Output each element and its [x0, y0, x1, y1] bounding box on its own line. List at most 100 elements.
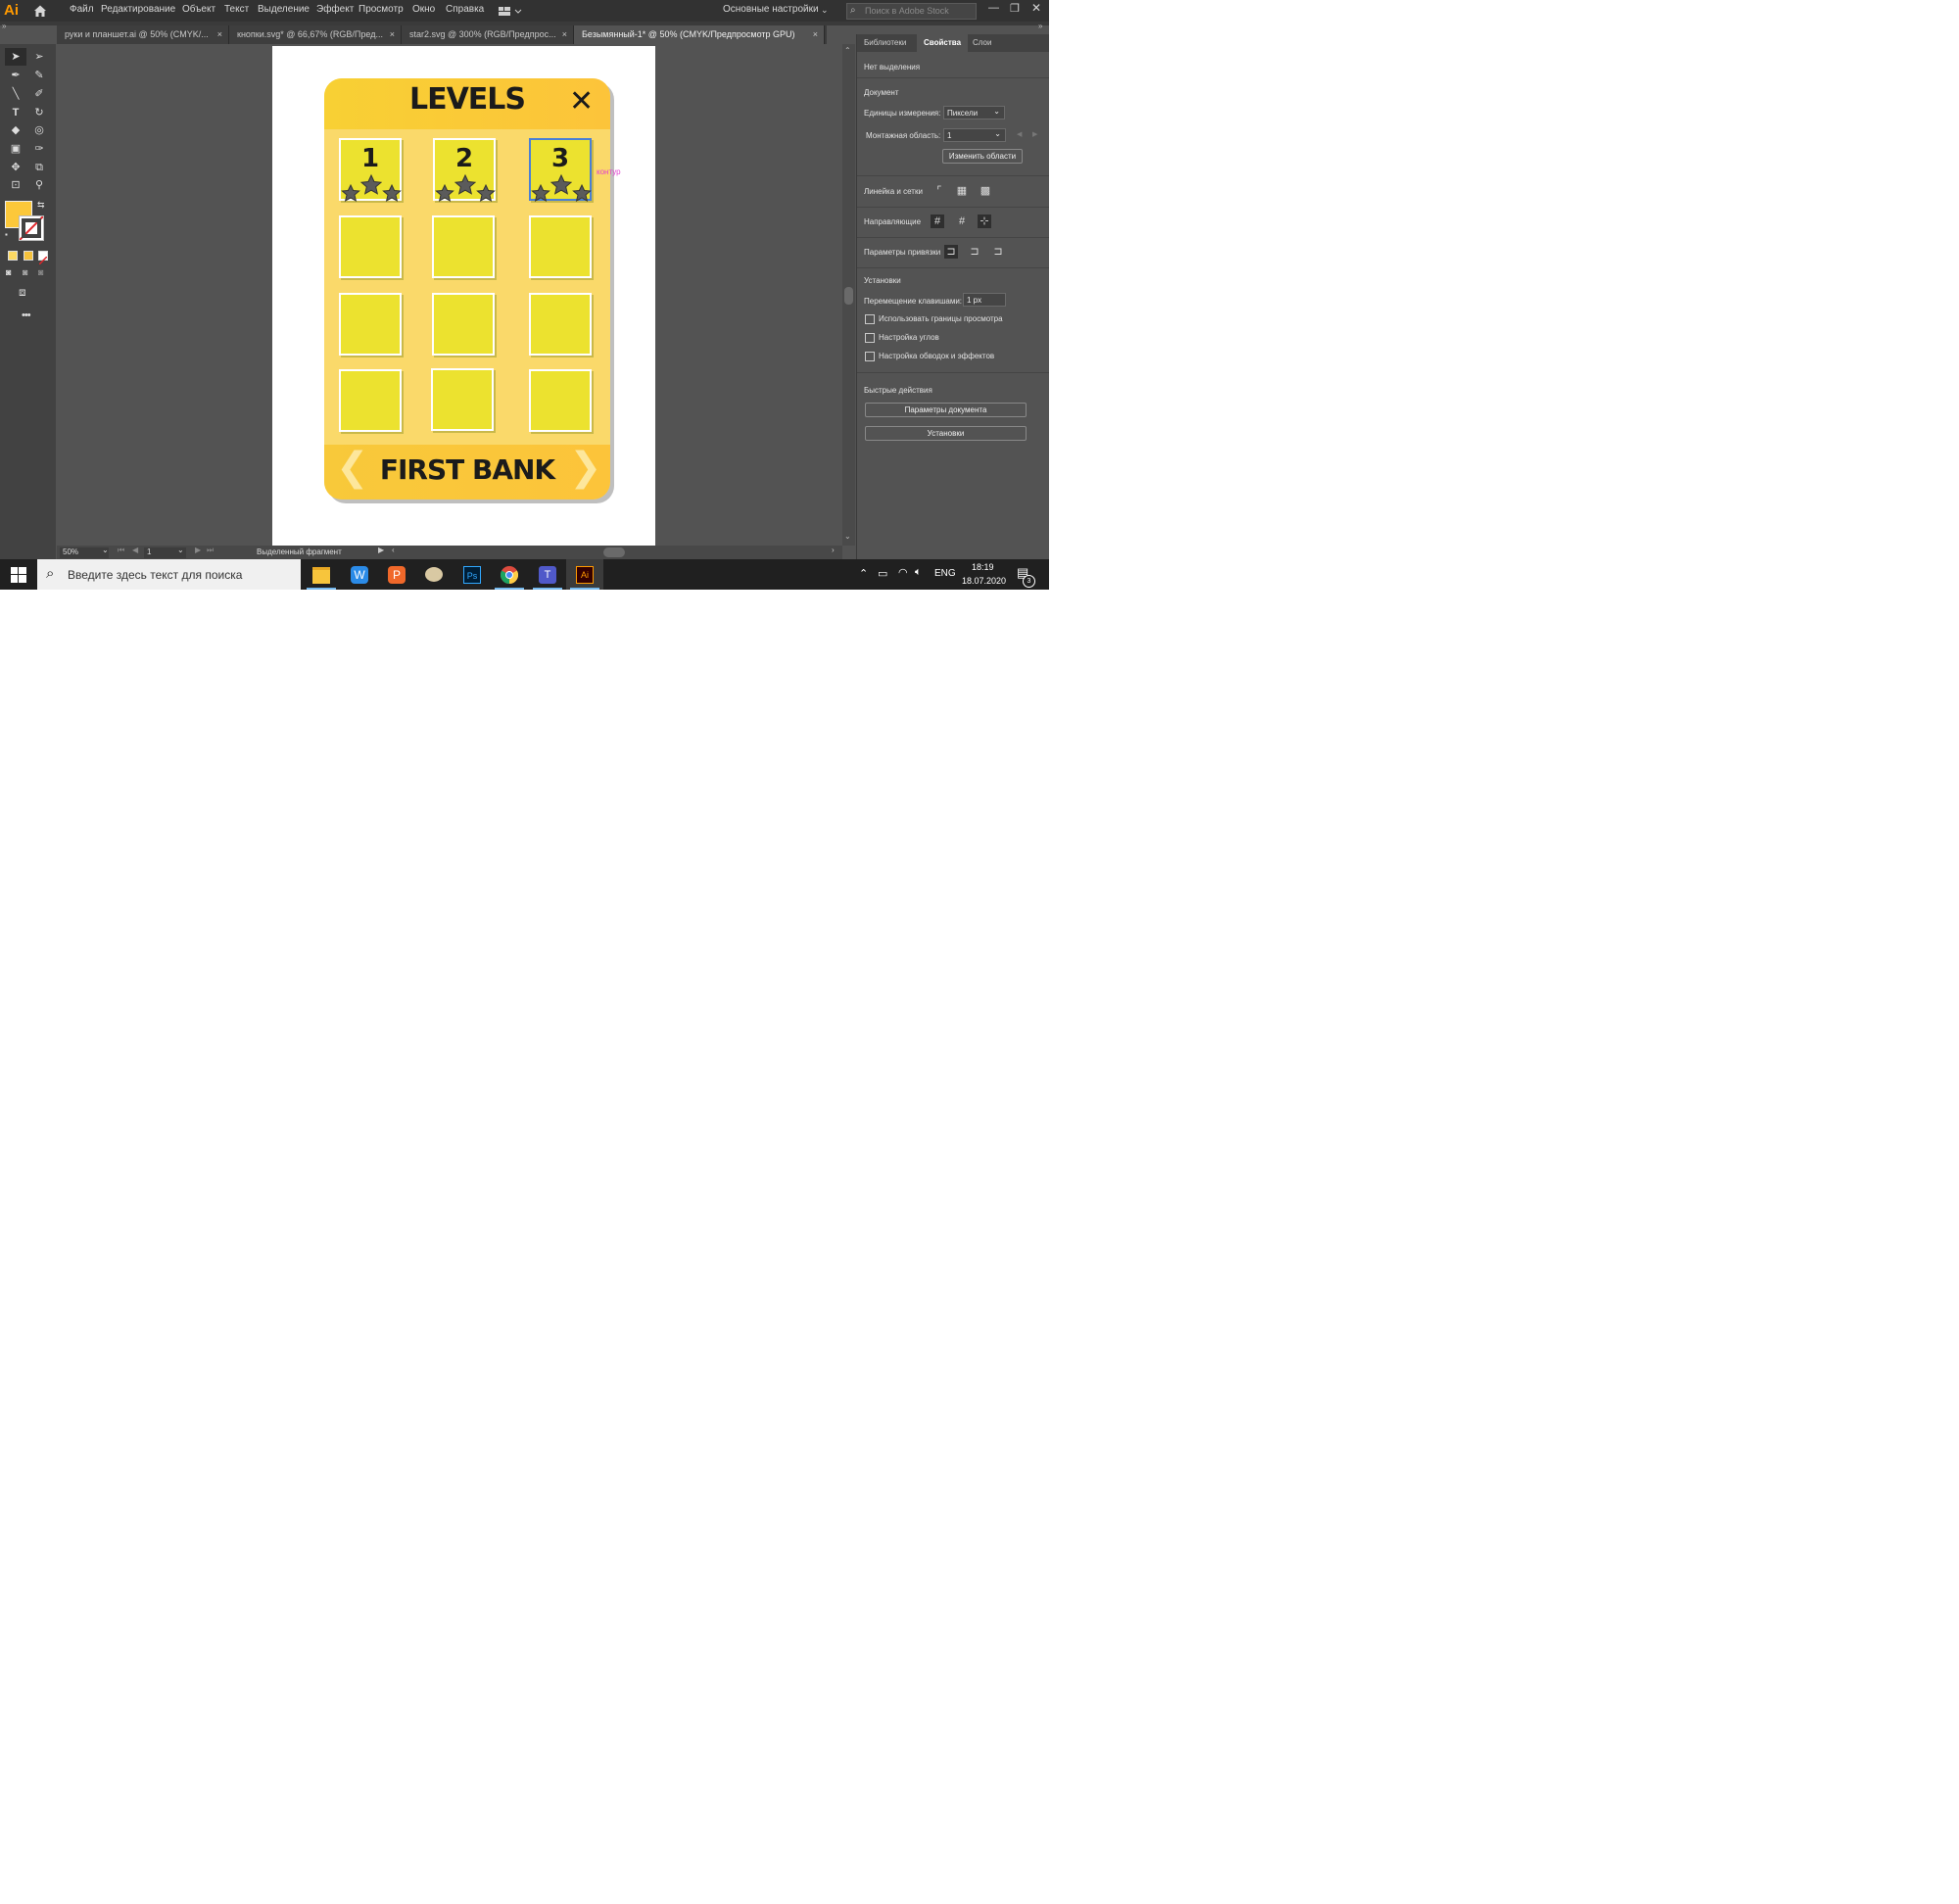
edit-artboards-button[interactable]: Изменить области	[942, 149, 1023, 164]
next-bank-arrow[interactable]: ❯	[569, 445, 602, 490]
level-tile-empty[interactable]	[529, 215, 592, 278]
swap-colors-icon[interactable]: ⇆	[37, 200, 45, 211]
puppet-warp-tool-icon[interactable]: ✥	[7, 160, 24, 175]
level-tile-empty[interactable]	[529, 293, 592, 356]
close-window-icon[interactable]: ✕	[1031, 1, 1041, 15]
illustrator-taskbar-icon[interactable]: Ai	[566, 559, 603, 590]
scroll-right-icon[interactable]: ›	[832, 546, 835, 554]
scroll-down-icon[interactable]: ⌄	[844, 532, 851, 541]
menu-object[interactable]: Объект	[182, 4, 215, 15]
levels-card[interactable]: LEVELS ✕ 1 2 3 контур ❮ FIRST BANK ❯	[324, 78, 621, 503]
lock-guides-icon[interactable]: #	[955, 214, 969, 228]
menu-effect[interactable]: Эффект	[316, 4, 354, 15]
more-tools-icon[interactable]: •••	[22, 309, 31, 321]
menu-help[interactable]: Справка	[446, 4, 484, 15]
stock-search-input[interactable]: ⌕ Поиск в Adobe Stock	[846, 3, 977, 20]
scroll-thumb[interactable]	[844, 287, 853, 305]
gradient-tool-icon[interactable]: ▣	[7, 141, 24, 157]
minimize-icon[interactable]: —	[988, 2, 999, 14]
draw-behind-icon[interactable]: ◙	[23, 267, 27, 277]
level-tile-empty[interactable]	[529, 369, 592, 432]
preview-bounds-checkbox[interactable]	[865, 314, 875, 324]
smart-guides-icon[interactable]: ⊹	[978, 214, 991, 228]
eraser-tool-icon[interactable]: ◆	[7, 122, 24, 138]
scroll-up-icon[interactable]: ⌃	[844, 46, 851, 55]
scroll-left-icon[interactable]: ‹	[392, 546, 395, 554]
snap-to-pixel-icon[interactable]: ⊐	[968, 245, 981, 259]
prev-artboard-icon[interactable]: ◀	[1017, 130, 1022, 138]
level-tile-empty[interactable]	[339, 215, 402, 278]
grid-icon[interactable]: ▦	[955, 184, 969, 198]
close-tab-icon[interactable]: ×	[390, 25, 395, 44]
stroke-color-swatch[interactable]	[19, 215, 44, 241]
gradient-mode-swatch[interactable]	[24, 251, 33, 261]
warp-tool-icon[interactable]: ◎	[30, 122, 48, 138]
none-mode-swatch[interactable]	[38, 251, 48, 265]
arrange-documents-icon[interactable]	[499, 5, 522, 17]
close-tab-icon[interactable]: ×	[813, 25, 818, 44]
units-select[interactable]: Пиксели ⌄	[943, 106, 1005, 119]
artboard-number-field[interactable]: 1 ⌄	[144, 546, 186, 558]
wps-presentation-icon[interactable]: P	[378, 559, 415, 590]
level-tile-empty[interactable]	[431, 368, 494, 431]
eyedropper-tool-icon[interactable]: ✑	[30, 141, 48, 157]
menu-edit[interactable]: Редактирование	[101, 4, 175, 15]
chevron-down-icon[interactable]: ⌄	[821, 5, 829, 16]
chrome-icon[interactable]	[491, 559, 528, 590]
battery-icon[interactable]: ▭	[878, 567, 887, 580]
level-tile-3-selected[interactable]: 3	[529, 138, 592, 202]
workspace-switcher[interactable]: Основные настройки	[723, 4, 819, 15]
menu-file[interactable]: Файл	[70, 4, 94, 15]
brush-tool-icon[interactable]: ✐	[30, 86, 48, 102]
level-tile-1[interactable]: 1	[339, 138, 402, 202]
tab-doc-3[interactable]: star2.svg @ 300% (RGB/Предпрос... ×	[402, 25, 574, 44]
draw-inside-icon[interactable]: ◙	[38, 267, 43, 277]
pen-tool-icon[interactable]: ✒	[7, 68, 24, 83]
zoom-field[interactable]: 50% ⌄	[60, 546, 109, 558]
transparency-grid-icon[interactable]: ▩	[979, 184, 992, 198]
tab-doc-1[interactable]: руки и планшет.ai @ 50% (CMYK/... ×	[57, 25, 229, 44]
level-tile-empty[interactable]	[432, 293, 495, 356]
level-tile-2[interactable]: 2	[433, 138, 496, 202]
collapse-toolbar-icon[interactable]: »	[2, 23, 6, 30]
menu-type[interactable]: Текст	[224, 4, 249, 15]
artboard-tool-icon[interactable]: ⊡	[7, 177, 24, 193]
close-tab-icon[interactable]: ×	[562, 25, 567, 44]
menu-select[interactable]: Выделение	[258, 4, 310, 15]
next-artboard-icon[interactable]: ▶	[195, 546, 201, 554]
last-artboard-icon[interactable]: ⏭	[207, 546, 214, 555]
draw-normal-icon[interactable]: ◙	[6, 267, 11, 277]
clock-date[interactable]: 18.07.2020	[962, 576, 1006, 586]
teams-icon[interactable]: T	[529, 559, 566, 590]
type-tool-icon[interactable]: T	[7, 105, 24, 120]
chevron-up-icon[interactable]: ⌃	[859, 567, 868, 580]
document-setup-button[interactable]: Параметры документа	[865, 403, 1027, 417]
taskbar-search-box[interactable]: ⌕ Введите здесь текст для поиска	[37, 559, 301, 590]
rotate-tool-icon[interactable]: ↻	[30, 105, 48, 120]
horizontal-scroll-thumb[interactable]	[603, 547, 625, 557]
home-icon[interactable]	[32, 3, 48, 19]
color-mode-swatch[interactable]	[8, 251, 18, 261]
restore-icon[interactable]: ❐	[1010, 2, 1020, 15]
file-explorer-icon[interactable]	[303, 559, 340, 590]
tab-doc-4-active[interactable]: Безымянный-1* @ 50% (CMYK/Предпросмотр G…	[574, 25, 825, 44]
volume-icon[interactable]: 🔈︎	[915, 566, 922, 579]
level-tile-empty[interactable]	[339, 293, 402, 356]
paint-app-icon[interactable]	[415, 559, 453, 590]
snap-to-point-icon[interactable]: ⊐	[944, 245, 958, 259]
selection-tool-icon[interactable]: ➤	[7, 49, 24, 65]
clock-time[interactable]: 18:19	[972, 562, 994, 572]
vertical-scrollbar[interactable]: ⌃ ⌄	[842, 44, 855, 546]
screen-mode-icon[interactable]: ⧈	[19, 285, 26, 300]
menu-window[interactable]: Окно	[412, 4, 435, 15]
status-menu-icon[interactable]: ▶	[378, 546, 384, 554]
zoom-tool-icon[interactable]: ⚲	[30, 177, 48, 193]
collapse-panel-icon[interactable]: »	[1038, 23, 1042, 30]
level-tile-empty[interactable]	[432, 215, 495, 278]
show-guides-icon[interactable]: #	[931, 214, 944, 228]
direct-selection-tool-icon[interactable]: ➢	[30, 49, 48, 65]
menu-view[interactable]: Просмотр	[358, 4, 404, 15]
snap-to-grid-icon[interactable]: ⊐	[991, 245, 1005, 259]
photoshop-icon[interactable]: Ps	[454, 559, 491, 590]
preferences-button[interactable]: Установки	[865, 426, 1027, 441]
